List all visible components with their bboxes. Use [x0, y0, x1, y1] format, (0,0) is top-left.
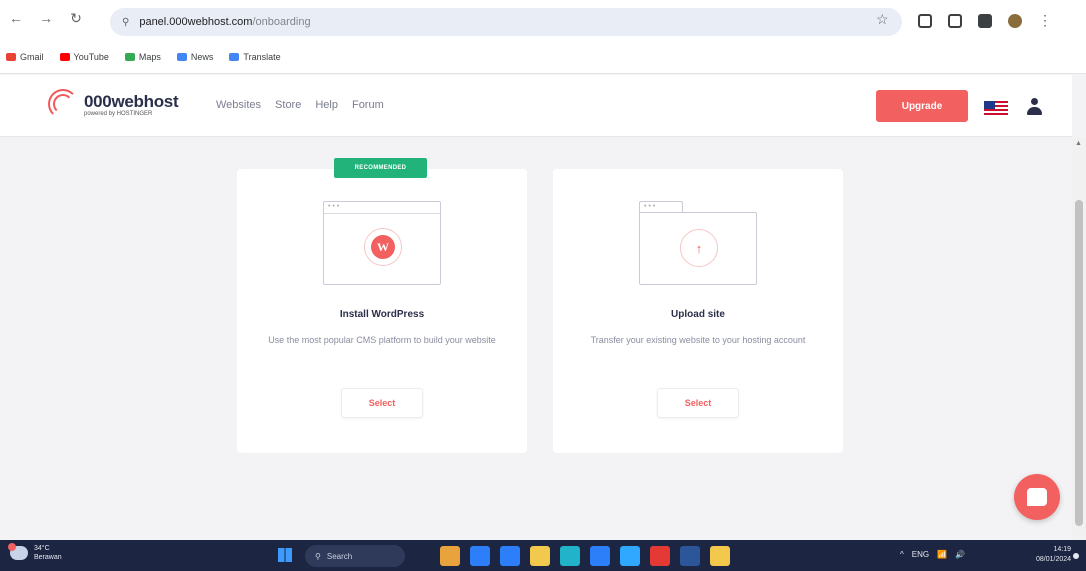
clock[interactable]: 14:19 08/01/2024: [1036, 545, 1071, 565]
taskbar-app-icon[interactable]: [650, 546, 670, 566]
bookmark-label: YouTube: [73, 52, 109, 62]
back-button[interactable]: ←: [8, 10, 24, 27]
bookmark-icon: [124, 53, 135, 61]
site-header: 000webhost powered by HOSTINGER Websites…: [0, 75, 1072, 137]
taskbar-app-icon[interactable]: [500, 546, 520, 566]
scrollbar-thumb[interactable]: [1075, 200, 1083, 526]
site-info-icon[interactable]: ⚲: [122, 17, 129, 28]
page-scrollbar[interactable]: ▲: [1072, 138, 1086, 540]
card-description: Transfer your existing website to your h…: [590, 335, 806, 345]
us-flag-icon[interactable]: [984, 101, 1008, 115]
bookmark-label: Maps: [138, 52, 161, 62]
card-title: Install WordPress: [339, 309, 425, 320]
nav-store[interactable]: Store: [275, 99, 301, 111]
bookmark-item[interactable]: Maps: [124, 52, 161, 62]
extension-icon[interactable]: [918, 13, 932, 28]
browser-menu-icon[interactable]: ⋮: [1038, 12, 1052, 29]
url-path: /onboarding: [252, 16, 311, 28]
logo-subtitle: powered by HOSTINGER: [84, 110, 153, 117]
select-upload-button[interactable]: Select: [657, 388, 739, 418]
weather-widget[interactable]: 34°C Berawan: [8, 543, 62, 562]
taskbar-search[interactable]: ⚲ Search: [305, 545, 405, 567]
wordpress-logo-glyph: W: [371, 235, 395, 259]
bookmark-item[interactable]: Translate: [229, 52, 281, 62]
puzzle-icon[interactable]: [948, 13, 962, 28]
tray-icon[interactable]: ENG: [912, 550, 929, 559]
taskbar-apps: [440, 546, 730, 566]
browser-window-illustration: • • • W: [323, 201, 441, 285]
taskbar-app-icon[interactable]: [530, 546, 550, 566]
taskbar-app-icon[interactable]: [620, 546, 640, 566]
taskbar-app-icon[interactable]: [440, 546, 460, 566]
search-label: Search: [326, 551, 353, 561]
browser-nav: ← → ↻: [8, 10, 84, 27]
bookmark-icon: [176, 53, 187, 61]
folder-illustration: • • • ↑: [639, 201, 757, 285]
bookmarks-bar: Gmail YouTube Maps News Translate: [6, 52, 281, 62]
bookmark-label: Translate: [243, 52, 281, 62]
tray-icon[interactable]: ^: [900, 550, 904, 559]
upgrade-button[interactable]: Upgrade: [876, 90, 968, 122]
bookmark-icon: [59, 53, 70, 61]
forward-button[interactable]: →: [38, 10, 54, 27]
scroll-up-icon[interactable]: ▲: [1075, 140, 1082, 147]
search-icon: ⚲: [315, 551, 321, 561]
taskbar-app-icon[interactable]: [470, 546, 490, 566]
windows-start-icon[interactable]: [278, 548, 292, 562]
reload-button[interactable]: ↻: [68, 10, 84, 27]
notification-icon[interactable]: [1073, 553, 1079, 559]
bookmark-icon: [6, 53, 16, 61]
taskbar-app-icon[interactable]: [590, 546, 610, 566]
select-wordpress-button[interactable]: Select: [341, 388, 423, 418]
logo-mark-icon: [46, 87, 80, 121]
upload-icon: ↑: [680, 229, 718, 267]
logo[interactable]: 000webhost powered by HOSTINGER: [46, 87, 179, 121]
weather-cloud-icon: [8, 543, 28, 560]
user-icon[interactable]: [1026, 98, 1042, 116]
card-description: Use the most popular CMS platform to bui…: [268, 335, 496, 345]
url-host: panel.000webhost.com: [139, 16, 253, 28]
bookmark-item[interactable]: YouTube: [59, 52, 109, 62]
site-nav: Websites Store Help Forum: [216, 99, 384, 111]
tray-icon[interactable]: 🔊: [955, 550, 965, 559]
weather-temp: 34°C: [34, 545, 50, 552]
profile-avatar[interactable]: [1008, 13, 1022, 28]
taskbar-app-icon[interactable]: [710, 546, 730, 566]
wordpress-icon: W: [364, 228, 402, 266]
windows-taskbar: 34°C Berawan ⚲ Search ^ ENG 📶 🔊 14:19 08/01…: [0, 540, 1086, 571]
extensions-area: ⋮: [918, 12, 1052, 29]
card-title: Upload site: [671, 309, 725, 320]
nav-websites[interactable]: Websites: [216, 99, 261, 111]
window-dots: • • •: [324, 202, 440, 214]
bookmark-item[interactable]: News: [176, 52, 214, 62]
bookmark-label: News: [190, 52, 214, 62]
nav-forum[interactable]: Forum: [352, 99, 384, 111]
bookmark-label: Gmail: [20, 52, 44, 62]
bookmark-item[interactable]: Gmail: [6, 52, 44, 62]
weather-desc: Berawan: [34, 554, 62, 561]
clock-time: 14:19: [1053, 546, 1072, 553]
nav-help[interactable]: Help: [315, 99, 338, 111]
chat-icon: [1027, 488, 1047, 506]
taskbar-app-icon[interactable]: [680, 546, 700, 566]
recommended-badge: RECOMMENDED: [334, 158, 427, 178]
main-content: • • • W Install WordPress Use the most p…: [0, 138, 1072, 540]
install-wordpress-card: • • • W Install WordPress Use the most p…: [237, 169, 527, 453]
system-tray: ^ ENG 📶 🔊: [900, 550, 965, 559]
taskbar-app-icon[interactable]: [560, 546, 580, 566]
clock-date: 08/01/2024: [1036, 556, 1072, 563]
live-chat-button[interactable]: [1014, 474, 1060, 520]
logo-name: 000webhost: [84, 91, 179, 111]
bookmark-icon: [229, 53, 240, 61]
bookmark-star-icon[interactable]: ☆: [876, 11, 889, 28]
browser-toolbar: ← → ↻ ⚲ panel.000webhost.com/onboarding …: [0, 0, 1086, 74]
tray-icon[interactable]: 📶: [937, 550, 947, 559]
address-bar[interactable]: ⚲ panel.000webhost.com/onboarding: [110, 8, 902, 36]
upload-site-card: • • • ↑ Upload site Transfer your existi…: [553, 169, 843, 453]
sidebar-icon[interactable]: [978, 13, 992, 28]
